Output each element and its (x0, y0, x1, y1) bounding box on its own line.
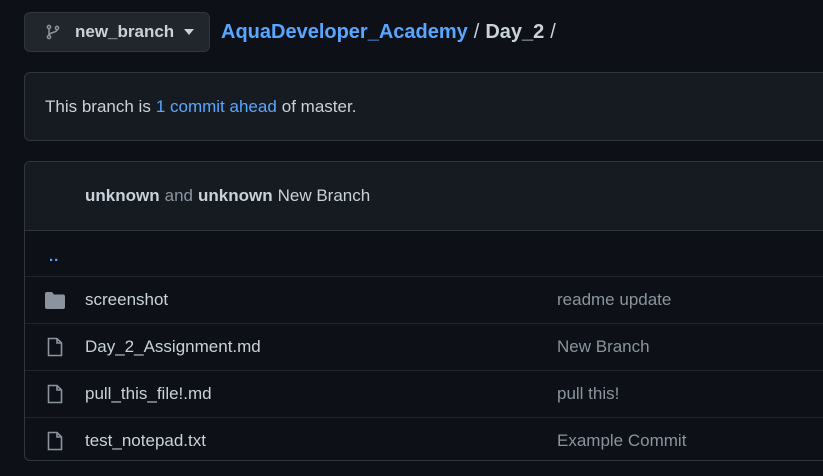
file-icon (45, 384, 65, 404)
commits-ahead-link[interactable]: 1 commit ahead (156, 97, 277, 117)
file-commit-message-link[interactable]: readme update (557, 290, 671, 310)
commit-author-1[interactable]: unknown (85, 186, 160, 206)
file-row: test_notepad.txt Example Commit (25, 418, 823, 460)
branch-selector-button[interactable]: new_branch (24, 12, 210, 52)
file-name-link[interactable]: test_notepad.txt (85, 431, 206, 451)
breadcrumb: AquaDeveloper_Academy / Day_2 / (221, 21, 562, 44)
git-branch-icon (45, 24, 61, 40)
parent-directory-row: .. (25, 231, 823, 277)
file-commit-message-link[interactable]: pull this! (557, 384, 619, 404)
repo-navigation-bar: new_branch AquaDeveloper_Academy / Day_2… (24, 12, 562, 52)
breadcrumb-separator: / (473, 20, 480, 43)
file-icon (45, 337, 65, 357)
file-commit-message-link[interactable]: Example Commit (557, 431, 686, 451)
file-row: Day_2_Assignment.md New Branch (25, 324, 823, 371)
file-list: unknown and unknown New Branch .. screen… (24, 161, 823, 461)
file-row: pull_this_file!.md pull this! (25, 371, 823, 418)
file-icon (45, 431, 65, 451)
ahead-notice-prefix: This branch is (45, 96, 151, 116)
file-name-link[interactable]: Day_2_Assignment.md (85, 337, 261, 357)
ahead-notice-suffix: of master. (281, 96, 357, 116)
file-commit-message-link[interactable]: New Branch (557, 337, 650, 357)
latest-commit-message[interactable]: New Branch (278, 186, 371, 206)
file-row: screenshot readme update (25, 277, 823, 324)
breadcrumb-trailing-separator: / (550, 20, 556, 43)
breadcrumb-current-dir: Day_2 (485, 20, 545, 43)
branch-name-label: new_branch (75, 22, 175, 41)
folder-icon (45, 290, 65, 310)
file-name-link[interactable]: pull_this_file!.md (85, 384, 212, 404)
latest-commit-header: unknown and unknown New Branch (25, 162, 823, 231)
commit-author-conjunction: and (164, 186, 193, 205)
parent-directory-link[interactable]: .. (49, 248, 59, 265)
caret-down-icon (184, 29, 195, 35)
breadcrumb-repo-link[interactable]: AquaDeveloper_Academy (221, 21, 468, 44)
file-name-link[interactable]: screenshot (85, 290, 168, 310)
branch-ahead-notice: This branch is 1 commit ahead of master. (24, 72, 823, 141)
commit-author-2[interactable]: unknown (198, 186, 273, 206)
